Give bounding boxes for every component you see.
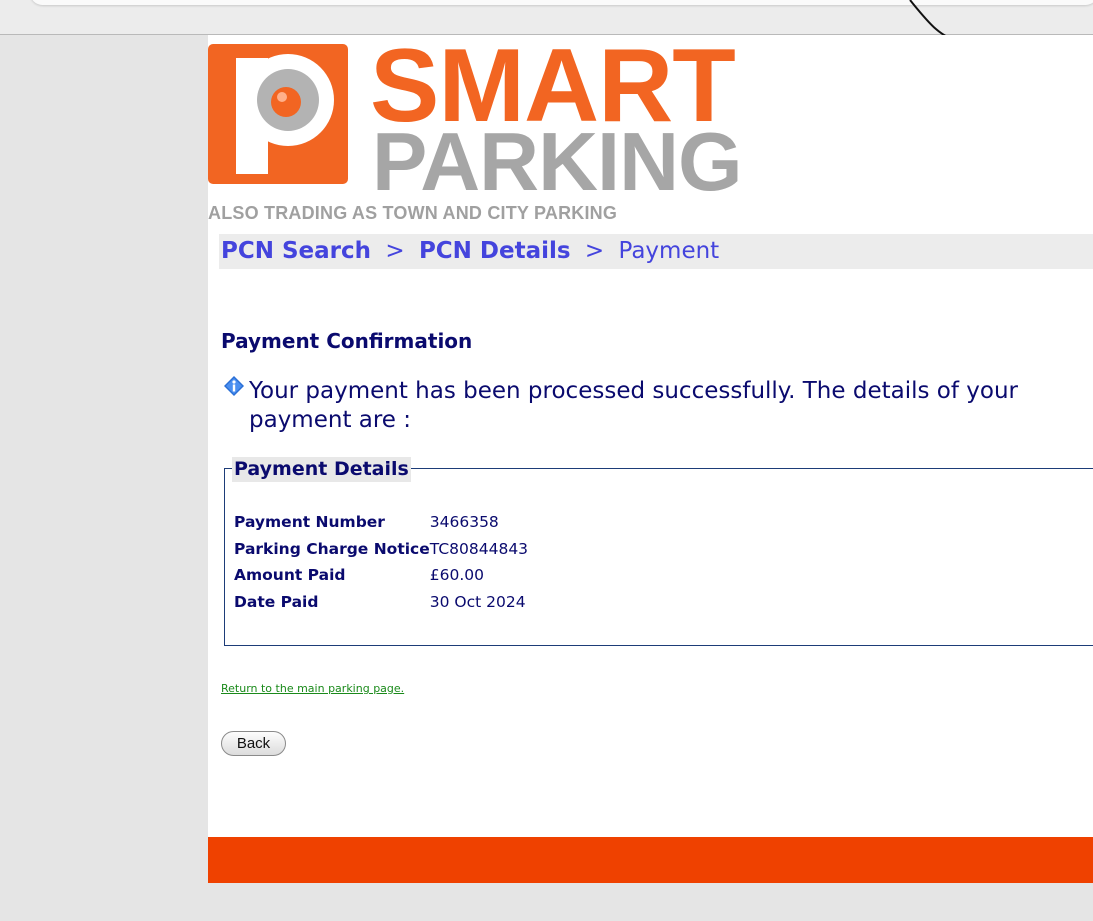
breadcrumb: PCN Search > PCN Details > Payment [219, 234, 1093, 269]
date-paid-label: Date Paid [234, 592, 319, 611]
logo-word-parking: PARKING [372, 115, 743, 208]
back-button[interactable]: Back [221, 731, 286, 756]
payment-details-table: Payment Number 3466358 Parking Charge No… [234, 509, 528, 615]
table-row: Parking Charge Notice TC80844843 [234, 536, 528, 563]
date-paid-value: 30 Oct 2024 [429, 592, 526, 611]
smart-parking-logo[interactable]: SMART PARKING ALSO TRADING AS TOWN AND C… [208, 34, 743, 236]
info-icon [224, 376, 244, 396]
page-title: Payment Confirmation [221, 329, 473, 353]
table-row: Payment Number 3466358 [234, 509, 528, 536]
breadcrumb-pcn-search[interactable]: PCN Search [221, 238, 371, 264]
logo-p-icon [208, 44, 348, 184]
payment-number-label: Payment Number [234, 513, 385, 532]
amount-paid-label: Amount Paid [234, 566, 346, 585]
breadcrumb-separator: > [385, 238, 405, 264]
breadcrumb-pcn-details[interactable]: PCN Details [419, 238, 571, 264]
return-main-page-link[interactable]: Return to the main parking page. [221, 682, 404, 695]
payment-number-value: 3466358 [429, 513, 499, 532]
pcn-value: TC80844843 [429, 539, 529, 558]
logo-tagline: ALSO TRADING AS TOWN AND CITY PARKING [208, 203, 618, 223]
payment-details-legend: Payment Details [232, 457, 411, 482]
table-row: Amount Paid £60.00 [234, 562, 528, 589]
table-row: Date Paid 30 Oct 2024 [234, 589, 528, 616]
breadcrumb-payment: Payment [618, 238, 720, 264]
breadcrumb-separator: > [584, 238, 605, 264]
footer-bar [208, 837, 1093, 883]
amount-paid-value: £60.00 [429, 566, 485, 585]
success-message: Your payment has been processed successf… [249, 378, 1018, 433]
page-content: SMART PARKING ALSO TRADING AS TOWN AND C… [208, 34, 1093, 883]
pcn-label: Parking Charge Notice [234, 539, 430, 558]
